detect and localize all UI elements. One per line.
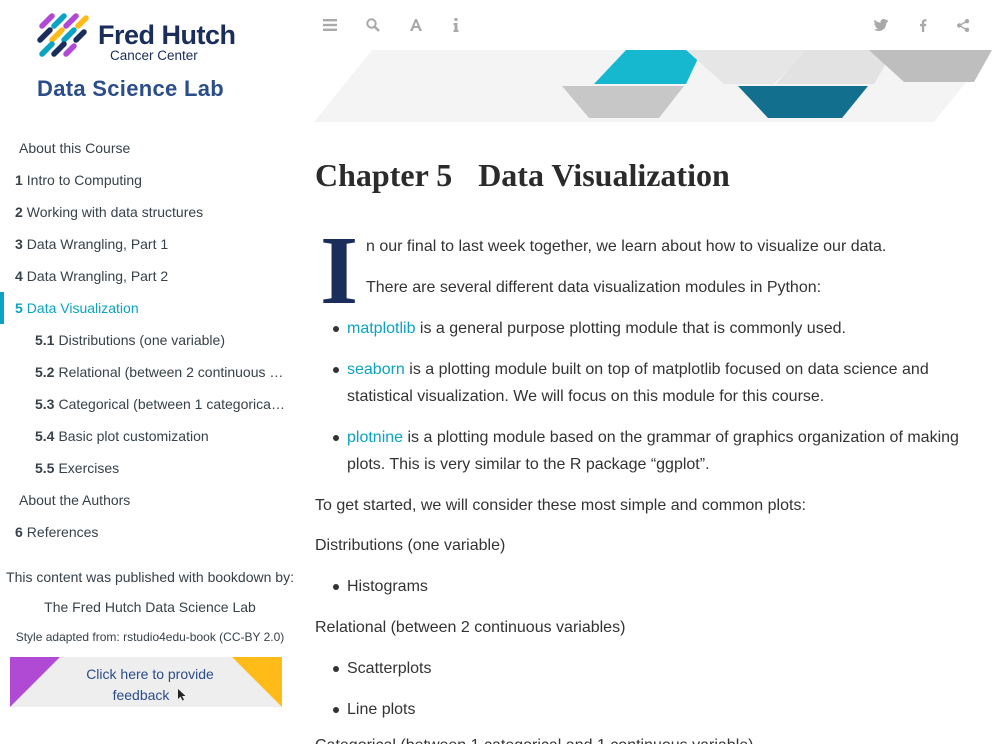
chapter-title: Chapter 5 Data Visualization [315,157,730,194]
toc-item-number: 5.5 [35,460,55,476]
logo-lab-name: Data Science Lab [37,76,224,101]
feedback-label: Click here to provide feedback [86,666,214,703]
distributions-heading: Distributions (one variable) [315,537,506,554]
toc-subitem-exercises[interactable]: 5.5 Exercises [0,452,288,484]
share-icon[interactable] [953,15,973,35]
toc-item-number: 3 [15,236,23,252]
list-item-plotnine: plotnine is a plotting module based on t… [347,429,959,473]
font-settings-icon[interactable] [406,15,426,35]
list-bullet [333,367,339,373]
toc-item-wrangling-2[interactable]: 4 Data Wrangling, Part 2 [0,260,300,292]
logo-mark-icon [37,13,89,57]
toc-subitem-categorical[interactable]: 5.3Categorical (between 1 categorical an… [0,388,288,420]
toc-item-number: 5 [15,300,23,316]
sidebar: Fred Hutch Cancer Center Data Science La… [0,0,300,744]
toc-item-number: 5.3 [35,396,55,412]
toc-item-intro-computing[interactable]: 1 Intro to Computing [0,164,300,196]
style-credit-text: Style adapted from: rstudio4edu-book (CC… [15,630,285,644]
list-item-matplotlib: matplotlib is a general purpose plotting… [347,320,846,337]
toc-subitem-customization[interactable]: 5.4 Basic plot customization [0,420,288,452]
list-bullet [333,435,339,441]
decorative-banner [314,50,992,122]
toolbar [300,0,992,50]
feedback-decoration-right [232,657,282,707]
toc-item-number: 6 [15,524,23,540]
info-icon[interactable] [446,15,466,35]
list-item-scatterplots: Scatterplots [347,660,432,677]
logo-org-subtitle: Cancer Center [110,48,198,63]
matplotlib-link[interactable]: matplotlib [347,320,415,337]
toc-item-data-structures[interactable]: 2 Working with data structures [0,196,300,228]
published-by-link[interactable]: The Fred Hutch Data Science Lab [0,599,300,629]
table-of-contents: About this Course 1 Intro to Computing 2W… [0,132,300,548]
intro-paragraph: n our final to last week together, we le… [366,238,887,255]
list-item-seaborn: seaborn is a plotting module built on to… [347,361,929,405]
feedback-button[interactable]: Click here to provide feedback [10,657,282,707]
get-started-paragraph: To get started, we will consider these m… [315,497,806,514]
toc-subitem-relational[interactable]: 5.2Relational (between 2 continuous vari… [0,356,288,388]
published-by-text: This content was published with bookdown… [6,569,294,585]
fred-hutch-logo[interactable]: Fred Hutch Cancer Center Data Science La… [36,10,246,110]
toc-item-wrangling-1[interactable]: 3 Data Wrangling, Part 1 [0,228,300,260]
search-icon[interactable] [363,15,383,35]
list-item-line-plots: Line plots [347,701,416,718]
chapter-number: Chapter 5 [315,157,453,193]
toc-item-number: 5.1 [35,332,55,348]
toc-item-number: 5.4 [35,428,55,444]
logo-org-name: Fred Hutch [98,20,236,50]
list-bullet [333,326,339,332]
modules-intro: There are several different data visuali… [366,279,822,296]
cursor-icon [178,689,186,701]
toc-toggle-icon[interactable] [320,15,340,35]
chapter-name: Data Visualization [478,157,730,193]
toc-item-about-authors[interactable]: About the Authors [0,484,300,516]
toc-item-number: 2 [15,204,23,220]
toc-item-number: 5.2 [35,364,55,380]
toc-item-references[interactable]: 6 References [0,516,300,548]
plotnine-link[interactable]: plotnine [347,429,403,446]
relational-heading: Relational (between 2 continuous variabl… [315,619,626,636]
seaborn-link[interactable]: seaborn [347,361,405,378]
toc-item-about-course[interactable]: About this Course [0,132,300,164]
list-bullet [333,707,339,713]
list-bullet [333,584,339,590]
twitter-icon[interactable] [871,15,891,35]
toc-subitem-distributions[interactable]: 5.1 Distributions (one variable) [0,324,288,356]
feedback-decoration-left [10,657,60,707]
facebook-icon[interactable] [913,15,933,35]
categorical-heading: Categorical (between 1 categorical and 1… [315,732,753,744]
toc-item-number: 1 [15,172,23,188]
drop-cap: I [320,217,359,325]
list-item-histograms: Histograms [347,578,428,595]
list-bullet [333,666,339,672]
toc-item-number: 4 [15,268,23,284]
published-info: This content was published with bookdown… [0,569,300,659]
toc-item-data-visualization[interactable]: 5 Data Visualization [0,292,300,324]
